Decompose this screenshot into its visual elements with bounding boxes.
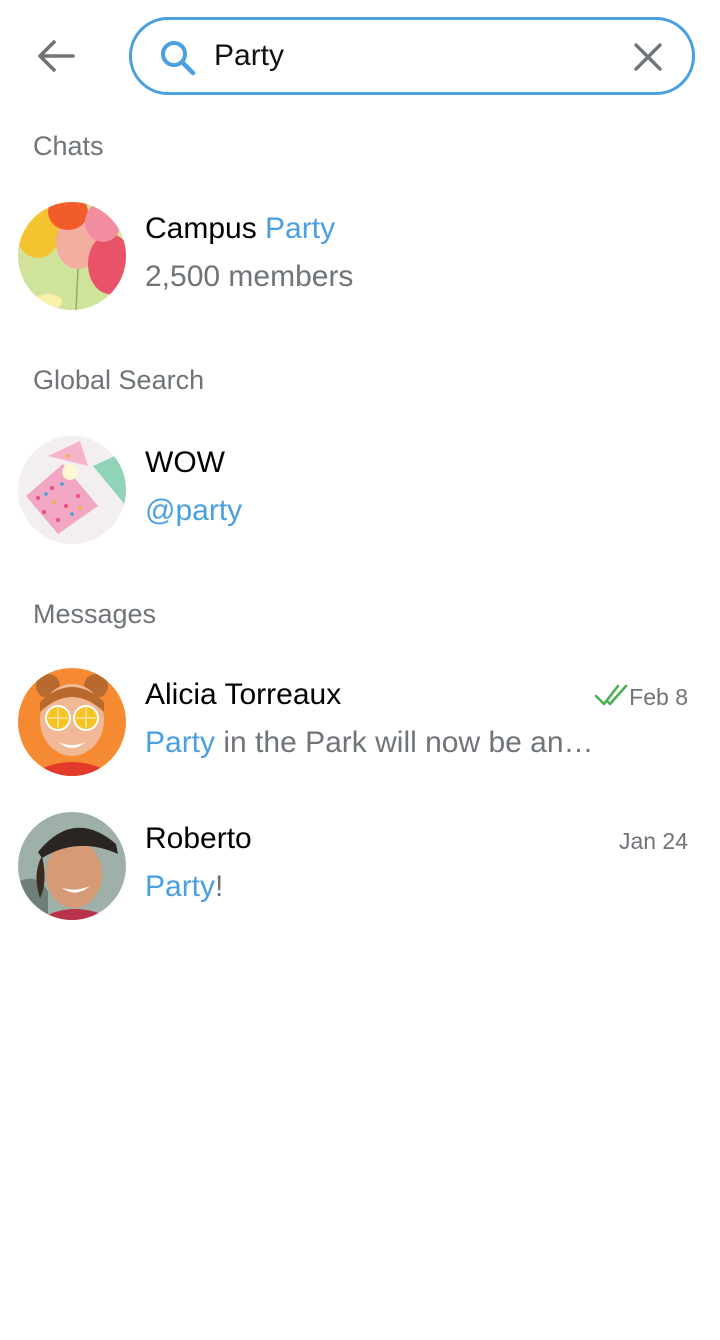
message-result-row[interactable]: Roberto Jan 24 Party! — [0, 812, 720, 932]
chat-title: Campus Party — [145, 212, 335, 246]
message-sender-name: Alicia Torreaux — [145, 678, 342, 711]
alicia-avatar — [18, 668, 126, 776]
message-preview: Party! — [145, 870, 223, 904]
section-header-global-search: Global Search — [33, 365, 205, 395]
chat-member-count: 2,500 members — [145, 260, 354, 293]
message-preview: Party in the Park will now be an… — [145, 726, 615, 760]
double-check-icon — [594, 684, 628, 706]
search-input[interactable] — [214, 34, 614, 78]
global-result-row[interactable]: WOW @party — [0, 436, 720, 556]
clear-search-button[interactable] — [628, 37, 668, 77]
section-header-chats: Chats — [33, 131, 104, 161]
message-sender-name: Roberto — [145, 822, 252, 855]
message-preview-highlight: Party — [145, 726, 216, 759]
message-date: Feb 8 — [629, 684, 688, 710]
message-preview-highlight: Party — [145, 870, 216, 903]
message-preview-rest: ! — [215, 870, 224, 903]
chat-result-row[interactable]: Campus Party 2,500 members — [0, 202, 720, 322]
global-result-handle: @party — [145, 494, 243, 527]
section-header-messages: Messages — [33, 599, 157, 629]
close-icon — [634, 43, 662, 71]
balloons-avatar — [18, 202, 126, 310]
search-header — [0, 0, 720, 112]
search-bar[interactable] — [129, 17, 695, 95]
message-result-row[interactable]: Alicia Torreaux Feb 8 Party in the Park … — [0, 668, 720, 788]
confetti-cake-avatar — [18, 436, 126, 544]
arrow-left-icon — [38, 40, 75, 72]
back-button[interactable] — [26, 30, 86, 82]
roberto-avatar — [18, 812, 126, 920]
message-preview-rest: in the Park will now be an… — [215, 726, 594, 759]
chat-title-prefix: Campus — [145, 212, 266, 245]
message-date: Jan 24 — [618, 828, 688, 854]
search-icon — [161, 41, 196, 76]
chat-title-highlight: Party — [265, 212, 336, 245]
global-result-title: WOW — [145, 446, 225, 479]
